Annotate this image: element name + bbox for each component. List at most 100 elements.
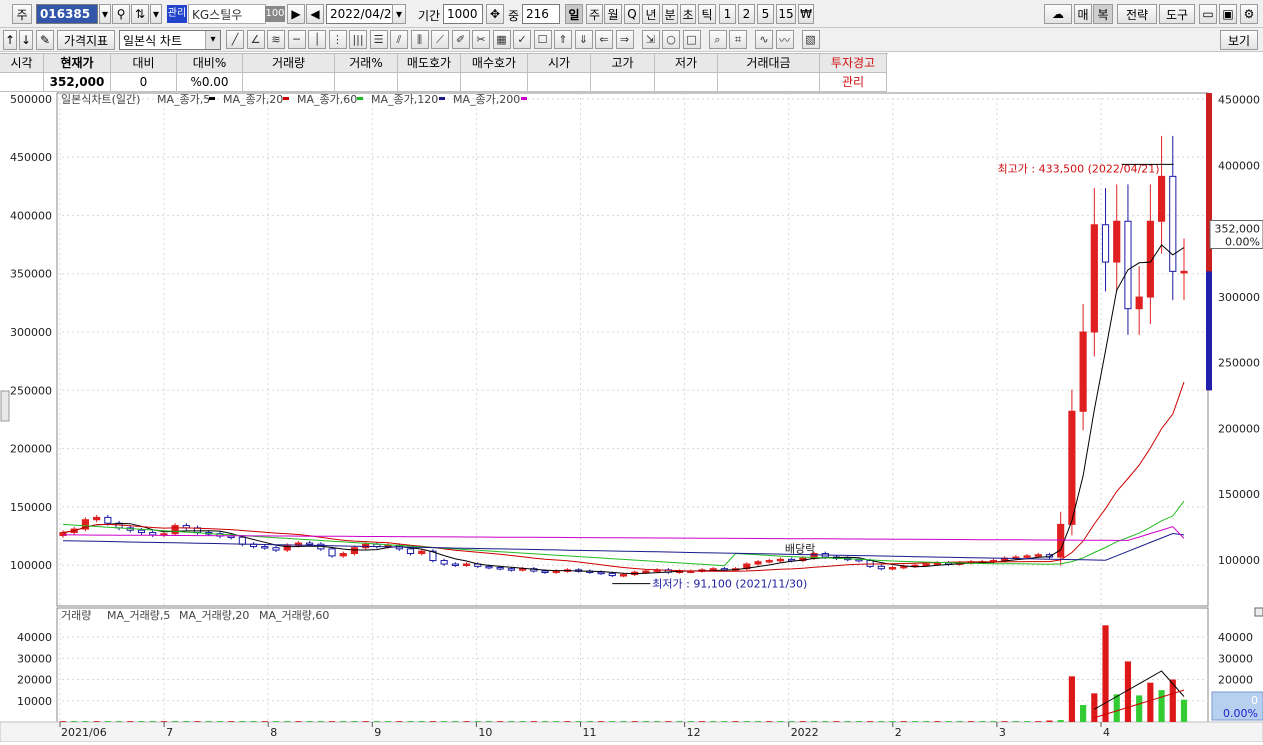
volume-bar xyxy=(441,721,448,722)
settings-icon[interactable]: ⚙ xyxy=(1240,4,1258,24)
volume-bar xyxy=(844,721,851,722)
channel-tool-icon[interactable]: ⫽ xyxy=(390,30,408,49)
interval-button[interactable]: 분 xyxy=(662,4,678,24)
vlines-tool-icon[interactable]: ⋮ xyxy=(328,30,347,49)
interval-button[interactable]: ₩ xyxy=(798,4,814,24)
market-type-button[interactable]: 주 xyxy=(12,4,32,24)
rect-tool-icon[interactable]: □ xyxy=(682,30,701,49)
line-tool-icon[interactable]: ╱ xyxy=(226,30,244,49)
y-tick-label-right: 200000 xyxy=(1218,422,1260,435)
edit-icon[interactable]: ✎ xyxy=(36,30,54,50)
interval-button[interactable]: 초 xyxy=(680,4,696,24)
fibo-tool-icon[interactable]: ☰ xyxy=(369,30,388,49)
cloud-icon[interactable]: ☁ xyxy=(1044,4,1072,24)
volume-bar xyxy=(295,721,302,722)
stock-code-input[interactable]: 016385 xyxy=(36,4,98,24)
tools-button[interactable]: 도구 xyxy=(1159,4,1195,24)
down-arrow-tool-icon[interactable]: ⇓ xyxy=(574,30,593,49)
trend-tool-icon[interactable]: ⟋ xyxy=(431,30,449,49)
single-button[interactable]: 매 xyxy=(1074,4,1092,24)
fan-tool-icon[interactable]: ≋ xyxy=(267,30,285,49)
grid-tool-icon[interactable]: ⌗ xyxy=(729,30,747,49)
multi-button[interactable]: 복 xyxy=(1093,4,1113,24)
interval-button[interactable]: 틱 xyxy=(698,4,716,24)
candle-body xyxy=(507,568,515,571)
count-input[interactable]: 216 xyxy=(522,4,560,24)
chart-area[interactable]: 2021/06 7 8 9 10 11 12 2022 2 3 4 100000 150000 20000… xyxy=(0,91,1263,743)
box-tool-icon[interactable]: ☐ xyxy=(533,30,552,49)
hline-tool-icon[interactable]: ─ xyxy=(287,30,306,49)
play-forward-icon[interactable]: ▶ xyxy=(287,4,305,24)
interval-button[interactable]: 주 xyxy=(586,4,603,24)
count-label: 중 xyxy=(508,9,520,23)
search-icon[interactable]: ⚲ xyxy=(112,4,130,24)
volume-bar xyxy=(228,721,235,722)
pattern-tool-icon[interactable]: ▧ xyxy=(801,30,820,49)
interval-button[interactable]: 5 xyxy=(757,4,774,24)
vline-tool-icon[interactable]: │ xyxy=(308,30,326,49)
interval-button[interactable]: Q xyxy=(624,4,640,24)
circle-tool-icon[interactable]: ○ xyxy=(662,30,680,49)
volume-bar xyxy=(1158,690,1165,722)
volume-bar xyxy=(698,721,706,722)
check-tool-icon[interactable]: ✓ xyxy=(513,30,531,49)
chart-type-dropdown-icon[interactable]: ▾ xyxy=(205,31,220,49)
angle-tool-icon[interactable]: ∠ xyxy=(246,30,265,49)
period-input[interactable]: 1000 xyxy=(443,4,483,24)
volume-panel-frame xyxy=(56,607,1209,723)
volume-bar xyxy=(833,721,840,722)
interval-button[interactable]: 월 xyxy=(604,4,622,24)
zoom-tool-icon[interactable]: ⌕ xyxy=(708,30,727,49)
interval-button[interactable]: 일 xyxy=(565,4,583,24)
wave2-tool-icon[interactable]: 〰 xyxy=(775,30,794,49)
arrow-up-icon[interactable]: ↑ xyxy=(3,30,17,50)
interval-button[interactable]: 15 xyxy=(776,4,796,24)
stock-name-input[interactable]: KG스틸우 xyxy=(188,4,266,24)
volume-bar xyxy=(631,721,638,722)
pen-tool-icon[interactable]: ✐ xyxy=(451,30,470,49)
parallel-tool-icon[interactable]: ⫼ xyxy=(410,30,429,49)
price-volume-chart[interactable]: 2021/06 7 8 9 10 11 12 2022 2 3 410000015000020000… xyxy=(0,91,1263,743)
resize-tool-icon[interactable]: ⇲ xyxy=(641,30,660,49)
code-dropdown-icon[interactable]: ▾ xyxy=(99,4,111,24)
x-tick-label: 2022 xyxy=(791,726,819,739)
right-arrow-tool-icon[interactable]: ⇒ xyxy=(615,30,634,49)
date-input[interactable]: 2022/04/25 xyxy=(326,4,399,24)
volume-bar xyxy=(878,721,885,722)
arrow-down-icon[interactable]: ↓ xyxy=(19,30,33,50)
strategy-button[interactable]: 전략 xyxy=(1117,4,1157,24)
wave-tool-icon[interactable]: ∿ xyxy=(755,30,773,49)
volume-tick-label-right: 20000 xyxy=(1218,674,1253,687)
erase-tool-icon[interactable]: ✂ xyxy=(472,30,490,49)
quote-header-cell: 시가 xyxy=(528,54,591,73)
view-button[interactable]: 보기 xyxy=(1220,30,1258,50)
play-back-icon[interactable]: ◀ xyxy=(306,4,324,24)
date-dropdown-icon[interactable]: ▾ xyxy=(392,4,406,24)
folder-icon[interactable]: ▭ xyxy=(1199,4,1217,24)
volume-bar xyxy=(754,721,762,722)
current-volume-change: 0.00% xyxy=(1223,707,1258,720)
candle-body xyxy=(137,529,146,534)
volume-bar xyxy=(362,721,369,722)
up-arrow-tool-icon[interactable]: ⇑ xyxy=(554,30,572,49)
volume-bar xyxy=(328,721,336,722)
interval-button[interactable]: 2 xyxy=(738,4,755,24)
volume-bar xyxy=(597,721,605,722)
color-tool-icon[interactable]: ▦ xyxy=(492,30,511,49)
save-icon[interactable]: ▣ xyxy=(1219,4,1237,24)
sort-dropdown-icon[interactable]: ▾ xyxy=(150,4,162,24)
candle-body xyxy=(406,548,415,555)
volume-bar xyxy=(497,721,504,722)
interval-button[interactable]: 년 xyxy=(642,4,660,24)
sort-icon[interactable]: ⇅ xyxy=(131,4,149,24)
left-arrow-tool-icon[interactable]: ⇐ xyxy=(595,30,613,49)
interval-button[interactable]: 1 xyxy=(719,4,736,24)
quote-header-cell: 매도호가 xyxy=(398,54,461,73)
move-icon[interactable]: ✥ xyxy=(486,4,504,24)
period-label: 기간 xyxy=(418,9,441,23)
volume-bar xyxy=(990,721,997,722)
y-tick-label-right: 100000 xyxy=(1218,554,1260,567)
cycle-tool-icon[interactable]: ||| xyxy=(349,30,367,49)
candle-body xyxy=(496,567,504,570)
indicator-button[interactable]: 가격지표 xyxy=(57,30,115,50)
